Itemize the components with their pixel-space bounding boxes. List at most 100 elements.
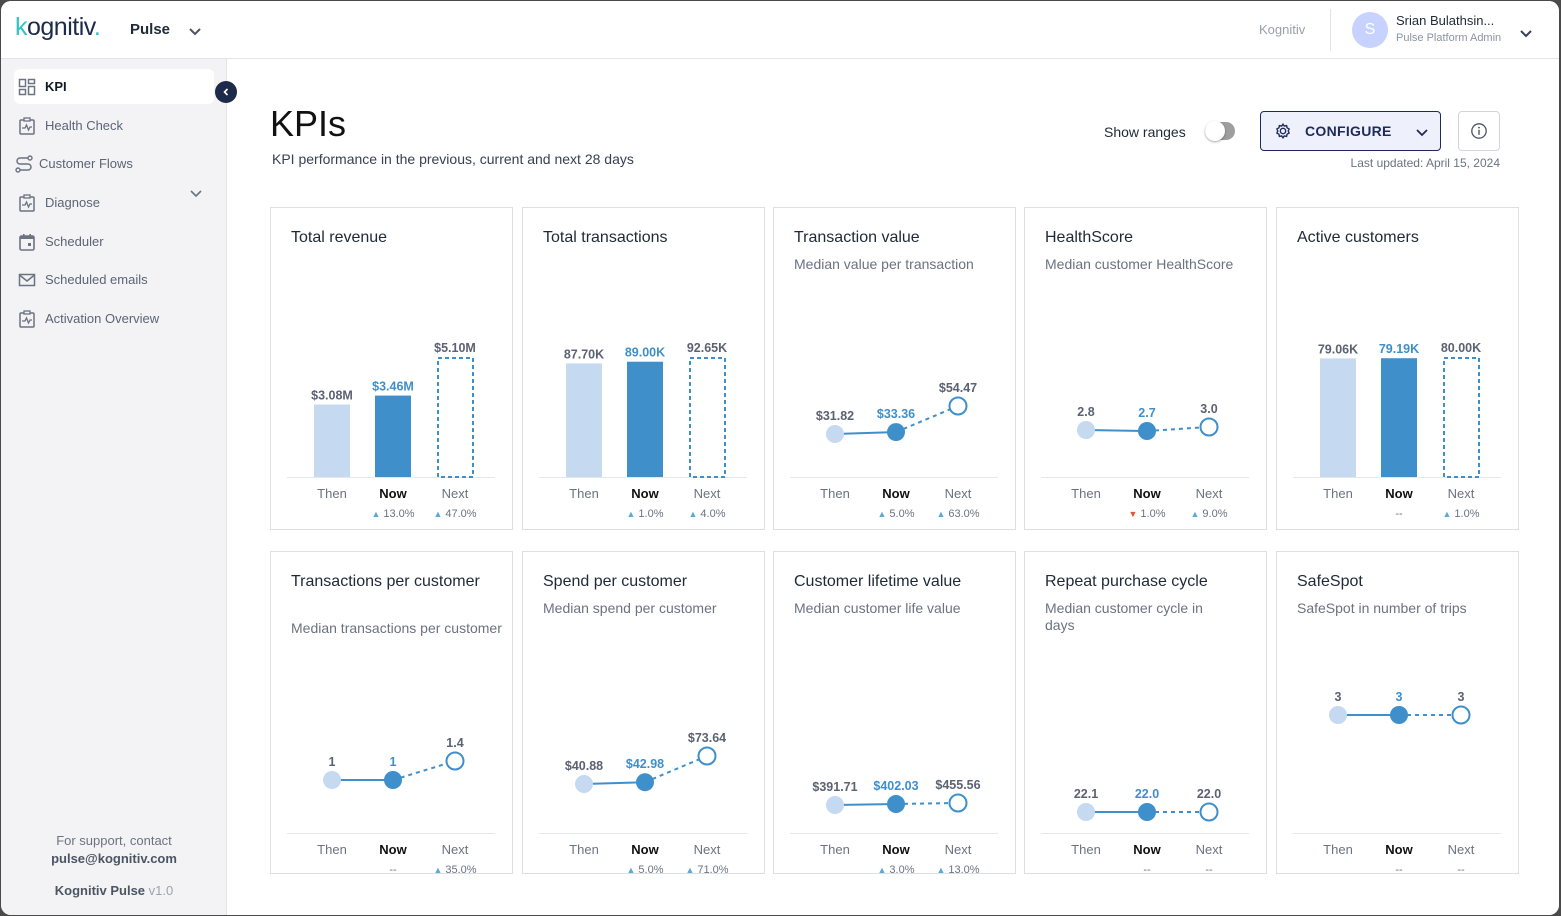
sidebar-item-kpi[interactable]: KPI	[14, 69, 214, 104]
bar-value-label: 80.00K	[1441, 341, 1481, 355]
sidebar-item-label: Scheduler	[45, 234, 104, 249]
x-axis-label-now: Now	[1385, 842, 1413, 857]
sidebar-item-activation-overview[interactable]: Activation Overview	[14, 301, 214, 336]
point-then	[826, 796, 844, 814]
point-value-label: 22.0	[1135, 787, 1159, 801]
line-then-now	[583, 781, 646, 785]
point-value-label: $391.71	[812, 780, 857, 794]
page-title: KPIs	[270, 103, 347, 144]
kpi-card-healthscore[interactable]: HealthScore Median customer HealthScore 2.…	[1024, 207, 1267, 530]
support-info: For support, contact pulse@kognitiv.com	[1, 832, 227, 868]
point-value-label: $31.82	[816, 409, 854, 423]
x-axis-label-next: Next	[1195, 842, 1223, 857]
x-axis-label-next: Next	[441, 486, 469, 501]
change-indicator: ▲ 35.0%	[425, 864, 485, 876]
sidebar-item-label: KPI	[45, 79, 67, 94]
change-value: 1.0%	[1454, 508, 1480, 520]
bar-value-label: 87.70K	[564, 347, 604, 361]
mail-icon	[18, 273, 36, 286]
x-axis-label-next: Next	[1447, 486, 1475, 501]
sidebar-item-label: Health Check	[45, 118, 124, 133]
bar-then	[1320, 358, 1356, 477]
point-value-label: $402.03	[873, 779, 918, 793]
bar-value-label: 79.06K	[1318, 342, 1358, 356]
point-value-label: 2.7	[1138, 406, 1155, 420]
change-value: --	[389, 864, 397, 876]
sidebar-item-label: Diagnose	[45, 195, 100, 210]
kpi-card-transaction-value[interactable]: Transaction value Median value per transa…	[773, 207, 1016, 530]
point-value-label: 1	[390, 755, 397, 769]
kpi-card-active-customers[interactable]: Active customers 79.06K 79.19K 80.00K Then No…	[1276, 207, 1519, 530]
sidebar-item-diagnose[interactable]: Diagnose	[14, 185, 214, 220]
change-indicator: --	[1369, 864, 1429, 876]
kpi-card-transactions-per-customer[interactable]: Transactions per customer Median transact…	[270, 551, 513, 876]
change-value: --	[1395, 864, 1403, 876]
point-value-label: $33.36	[877, 407, 915, 421]
collapse-sidebar-button[interactable]	[215, 81, 237, 103]
product-switcher-label[interactable]: Pulse	[130, 21, 170, 38]
x-axis-label-now: Now	[1133, 842, 1161, 857]
x-axis-label-then: Then	[1323, 842, 1353, 857]
sidebar-item-health-check[interactable]: Health Check	[14, 108, 214, 143]
point-value-label: $54.47	[939, 381, 977, 395]
point-then	[1329, 706, 1347, 724]
line-then-now	[834, 803, 897, 806]
x-axis-label-next: Next	[944, 842, 972, 857]
info-button[interactable]	[1458, 111, 1500, 151]
kpi-chart: 3 3 3	[1329, 690, 1471, 725]
point-now	[636, 773, 654, 792]
sidebar-item-scheduler[interactable]: Scheduler	[14, 224, 214, 259]
arrow-up-icon: ▲	[688, 509, 698, 519]
sidebar-item-customer-flows[interactable]: Customer Flows	[14, 146, 214, 181]
sidebar-item-scheduled-emails[interactable]: Scheduled emails	[14, 262, 214, 297]
point-value-label: $455.56	[935, 778, 980, 792]
x-axis-label-now: Now	[1385, 486, 1413, 501]
point-now	[887, 423, 905, 442]
show-ranges-toggle[interactable]	[1205, 121, 1235, 141]
arrow-up-icon: ▲	[433, 865, 443, 875]
bar-now	[375, 395, 411, 477]
support-email[interactable]: pulse@kognitiv.com	[51, 851, 177, 866]
x-axis-label-then: Then	[820, 486, 850, 501]
x-axis-label-then: Then	[569, 486, 599, 501]
kpi-card-total-transactions[interactable]: Total transactions 87.70K 89.00K 92.65K Then…	[522, 207, 765, 530]
last-updated: Last updated: April 15, 2024	[1350, 156, 1500, 170]
kpi-card-repeat-purchase-cycle[interactable]: Repeat purchase cycle Median customer cyc…	[1024, 551, 1267, 876]
point-value-label: 1	[329, 755, 336, 769]
change-indicator: ▲ 47.0%	[425, 508, 485, 520]
page-subtitle: KPI performance in the previous, current…	[272, 151, 634, 167]
configure-button[interactable]: CONFIGURE	[1260, 111, 1441, 151]
point-now	[887, 795, 905, 813]
x-axis-label-then: Then	[820, 842, 850, 857]
change-value: 1.0%	[638, 508, 664, 520]
user-role: Pulse Platform Admin	[1396, 32, 1502, 44]
point-value-label: 2.8	[1077, 405, 1094, 419]
kpi-card-customer-lifetime-value[interactable]: Customer lifetime value Median customer l…	[773, 551, 1016, 876]
kognitiv-logo[interactable]: kognitiv.	[15, 13, 101, 42]
main-content: KPIs KPI performance in the previous, cu…	[228, 59, 1559, 915]
kpi-chart: 2.8 2.7 3.0	[1077, 402, 1219, 440]
x-axis-label-now: Now	[1133, 486, 1161, 501]
user-menu-chevron-icon[interactable]	[1518, 25, 1534, 41]
point-value-label: 3	[1458, 690, 1465, 704]
change-value: 71.0%	[697, 864, 729, 876]
x-axis-label-next: Next	[693, 842, 721, 857]
chevron-down-icon[interactable]	[187, 23, 203, 39]
change-value: 35.0%	[445, 864, 477, 876]
kpi-card-safespot[interactable]: SafeSpot SafeSpot in number of trips 3 3 3 Th…	[1276, 551, 1519, 876]
change-indicator: --	[1431, 864, 1491, 876]
bar-value-label: $3.46M	[372, 380, 414, 394]
change-value: 63.0%	[948, 508, 980, 520]
x-axis-label-next: Next	[1447, 842, 1475, 857]
kpi-card-total-revenue[interactable]: Total revenue $3.08M $3.46M $5.10M Then Now Ne…	[270, 207, 513, 530]
kpi-card-spend-per-customer[interactable]: Spend per customer Median spend per custo…	[522, 551, 765, 876]
kpi-chart: $391.71 $402.03 $455.56	[812, 778, 981, 814]
point-value-label: 1.4	[446, 736, 463, 750]
app-version: Kognitiv Pulse v1.0	[54, 883, 174, 898]
point-then	[575, 775, 593, 793]
user-avatar[interactable]: S	[1352, 12, 1388, 48]
bar-value-label: 92.65K	[687, 341, 727, 355]
point-next-forecast	[697, 746, 717, 766]
point-now	[1390, 706, 1408, 724]
change-indicator: ▲ 5.0%	[615, 864, 675, 876]
